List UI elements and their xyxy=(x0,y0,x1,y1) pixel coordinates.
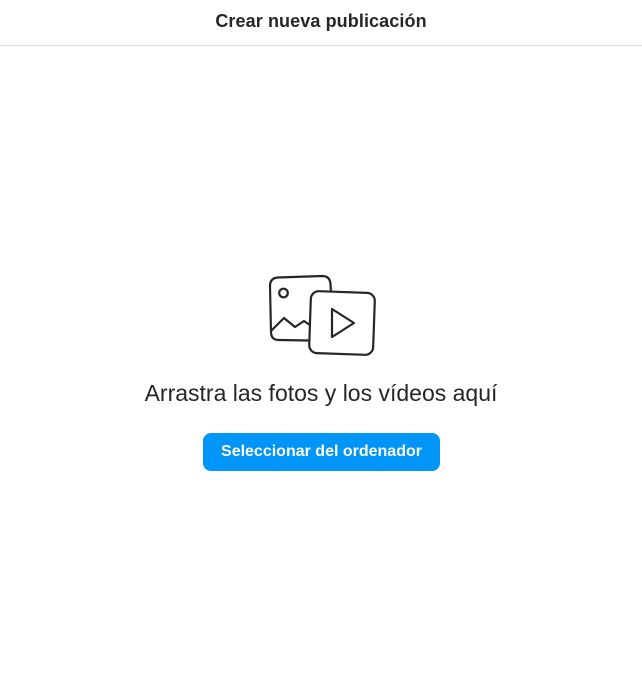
media-dropzone[interactable]: Arrastra las fotos y los vídeos aquí Sel… xyxy=(0,46,642,691)
create-post-dialog: Crear nueva publicación Arrastra las fot… xyxy=(0,0,642,691)
select-from-computer-button[interactable]: Seleccionar del ordenador xyxy=(203,433,440,471)
drag-drop-prompt: Arrastra las fotos y los vídeos aquí xyxy=(144,380,498,406)
dialog-title: Crear nueva publicación xyxy=(215,11,427,31)
dialog-header: Crear nueva publicación xyxy=(0,0,642,46)
media-photo-video-icon xyxy=(264,274,378,358)
